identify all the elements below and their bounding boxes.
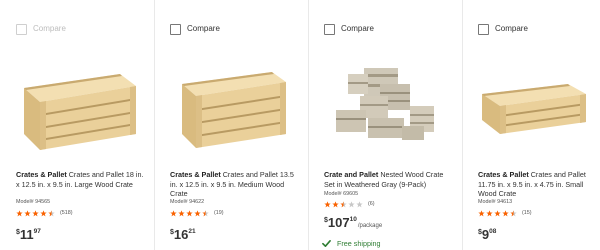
compare-label: Compare bbox=[187, 24, 220, 33]
compare-checkbox[interactable] bbox=[16, 23, 27, 35]
star-icon bbox=[332, 200, 339, 208]
model-number: Model# 69605 bbox=[324, 191, 359, 197]
product-brand: Crates & Pallet bbox=[170, 170, 221, 179]
product-grid: Compare Crates & Pallet Crates and Palle… bbox=[0, 0, 600, 250]
compare-control[interactable]: Compare bbox=[324, 22, 374, 36]
rating[interactable]: (19) bbox=[170, 209, 224, 217]
star-rating bbox=[324, 200, 364, 208]
price-unit: /package bbox=[357, 223, 383, 229]
shipping-label: Free shipping bbox=[337, 239, 381, 248]
compare-control[interactable]: Compare bbox=[16, 22, 66, 36]
compare-label: Compare bbox=[495, 24, 528, 33]
price-cents: 10 bbox=[349, 216, 357, 223]
product-title[interactable]: Crates & Pallet Crates and Pallet 13.5 i… bbox=[170, 170, 298, 199]
star-icon bbox=[186, 209, 193, 217]
star-icon bbox=[502, 209, 509, 217]
large-wood-crate-image bbox=[24, 74, 136, 150]
star-icon bbox=[170, 209, 177, 217]
review-count: (6) bbox=[368, 201, 375, 207]
small-wood-crate-image bbox=[482, 84, 586, 134]
star-icon bbox=[340, 200, 347, 208]
star-icon bbox=[324, 200, 331, 208]
price: $ 9 08 bbox=[478, 228, 496, 241]
price-cents: 21 bbox=[188, 228, 196, 235]
star-icon bbox=[356, 200, 363, 208]
price-dollars: 16 bbox=[173, 227, 189, 242]
price-cents: 97 bbox=[33, 228, 41, 235]
product-brand: Crates & Pallet bbox=[478, 170, 529, 179]
product-title[interactable]: Crates & Pallet Crates and Pallet 11.75 … bbox=[478, 170, 596, 199]
product-card[interactable]: Compare Crates & Pallet Crates and Palle… bbox=[462, 0, 600, 250]
checkmark-icon bbox=[322, 239, 331, 248]
star-icon bbox=[194, 209, 201, 217]
star-icon bbox=[494, 209, 501, 217]
product-title[interactable]: Crate and Pallet Nested Wood Crate Set i… bbox=[324, 170, 452, 189]
model-number: Model# 94622 bbox=[170, 199, 205, 205]
compare-checkbox[interactable] bbox=[324, 23, 335, 35]
model-number: Model# 94613 bbox=[478, 199, 513, 205]
star-rating bbox=[16, 209, 56, 217]
star-icon bbox=[348, 200, 355, 208]
product-brand: Crate and Pallet bbox=[324, 170, 379, 179]
star-icon bbox=[486, 209, 493, 217]
product-card[interactable]: Compare Crate and Pallet Nested Wood Cra… bbox=[308, 0, 462, 250]
star-icon bbox=[510, 209, 517, 217]
star-icon bbox=[24, 209, 31, 217]
compare-control[interactable]: Compare bbox=[170, 22, 220, 36]
product-image[interactable] bbox=[318, 48, 452, 158]
compare-label: Compare bbox=[33, 24, 66, 33]
price: $ 11 97 bbox=[16, 228, 41, 241]
price-cents: 08 bbox=[489, 228, 497, 235]
price-dollars: 107 bbox=[327, 215, 350, 230]
product-image[interactable] bbox=[164, 48, 298, 158]
review-count: (518) bbox=[60, 210, 73, 216]
review-count: (19) bbox=[214, 210, 224, 216]
price: $ 107 10 /package bbox=[324, 216, 382, 229]
star-icon bbox=[40, 209, 47, 217]
rating[interactable]: (15) bbox=[478, 209, 532, 217]
rating[interactable]: (6) bbox=[324, 200, 375, 208]
product-image[interactable] bbox=[472, 48, 596, 158]
product-card[interactable]: Compare Crates & Pallet Crates and Palle… bbox=[0, 0, 154, 250]
shipping-info: Free shipping bbox=[322, 239, 381, 248]
price: $ 16 21 bbox=[170, 228, 196, 241]
price-dollars: 11 bbox=[19, 227, 34, 242]
medium-wood-crate-image bbox=[182, 72, 286, 148]
star-icon bbox=[32, 209, 39, 217]
product-card[interactable]: Compare Crates & Pallet Crates and Palle… bbox=[154, 0, 308, 250]
star-icon bbox=[202, 209, 209, 217]
model-number: Model# 94565 bbox=[16, 199, 51, 205]
review-count: (15) bbox=[522, 210, 532, 216]
product-brand: Crates & Pallet bbox=[16, 170, 67, 179]
star-rating bbox=[170, 209, 210, 217]
product-title[interactable]: Crates & Pallet Crates and Pallet 18 in.… bbox=[16, 170, 144, 189]
nested-gray-crate-set-image bbox=[336, 68, 434, 140]
star-icon bbox=[16, 209, 23, 217]
star-rating bbox=[478, 209, 518, 217]
star-icon bbox=[478, 209, 485, 217]
price-dollars: 9 bbox=[481, 227, 490, 242]
star-icon bbox=[48, 209, 55, 217]
compare-label: Compare bbox=[341, 24, 374, 33]
compare-checkbox[interactable] bbox=[170, 23, 181, 35]
rating[interactable]: (518) bbox=[16, 209, 73, 217]
compare-checkbox[interactable] bbox=[478, 23, 489, 35]
compare-control[interactable]: Compare bbox=[478, 22, 528, 36]
star-icon bbox=[178, 209, 185, 217]
product-image[interactable] bbox=[10, 48, 144, 158]
